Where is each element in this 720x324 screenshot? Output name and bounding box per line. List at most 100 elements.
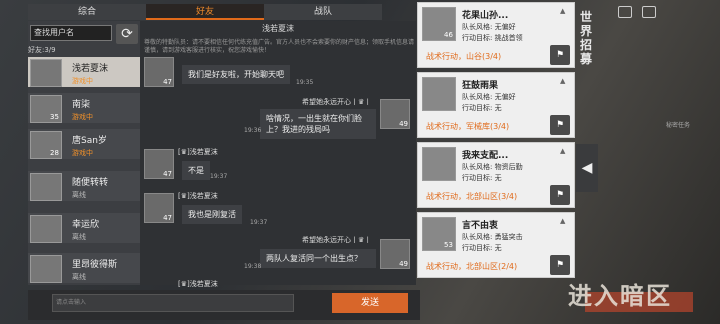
join-team-icon[interactable]: ⚑ [550,255,570,275]
recruit-card[interactable]: 狂鼓雨果 队长风格: 无偏好 行动目标: 无 战术行动，军械库(3/4) ▲ ⚑ [417,72,575,138]
tab-team[interactable]: 战队 [264,4,382,20]
side-task-label: 秘密任务 [665,122,690,129]
refresh-icon[interactable]: ⟳ [116,24,138,44]
recruit-goal: 行动目标: 无 [462,244,502,252]
chat-input[interactable]: 请点击输入 [52,294,294,312]
recruit-card[interactable]: 53 言不由衷 队长风格: 勇猛突击 行动目标: 无 战术行动，北部山区(2/4… [417,212,575,278]
tab-friends[interactable]: 好友 [146,4,264,20]
contacts-panel: 查找用户名 ⟳ 好友:3/9 浅若夏沫 游戏中 35 南柒 游戏中 28 唐Sa… [28,21,140,285]
collapse-icon: ▲ [560,77,566,85]
message-sender: 希望她永远开心丨♛丨 [302,98,372,106]
collapse-icon: ▲ [560,147,566,155]
message-time: 19:37 [210,173,228,180]
contact-item[interactable]: 幸运欣 离线 [28,213,140,243]
recruit-level: 53 [444,241,453,249]
chat-notice: 尊敬的特勤队员：请不要相信任何代练充值广告。官方人员也不会索要你的财产信息；领取… [144,39,415,54]
contact-status: 游戏中 [72,149,93,157]
search-input[interactable]: 查找用户名 [30,25,112,41]
triangle-left-icon[interactable]: ◀ [576,144,598,192]
message-time: 19:37 [250,219,268,226]
tab-general[interactable]: 综合 [28,4,146,20]
message-bubble: 啥情况，一出生就在你们脸上？我进的残局吗 [260,109,376,139]
message-time: 19:38 [244,263,262,270]
chat-tabs: 综合 好友 战队 [28,4,420,20]
contact-item[interactable]: 浅若夏沫 游戏中 [28,57,140,87]
contact-name: 幸运欣 [72,220,100,230]
contact-status: 离线 [72,273,86,281]
recruit-name: 言不由衷 [462,221,499,231]
recruit-panel: 46 花果山孙... 队长风格: 无偏好 行动目标: 挑战首领 战术行动，山谷(… [416,0,576,290]
top-icons [618,6,656,18]
avatar [30,255,62,283]
contact-status: 离线 [72,191,86,199]
avatar: 47 [144,193,174,223]
avatar [30,215,62,243]
recruit-card[interactable]: 46 花果山孙... 队长风格: 无偏好 行动目标: 挑战首领 战术行动，山谷(… [417,2,575,68]
avatar: 47 [144,57,174,87]
avatar: 49 [380,239,410,269]
recruit-goal: 行动目标: 无 [462,174,502,182]
world-recruit-label: 世界招募 [580,10,593,66]
join-team-icon[interactable]: ⚑ [550,185,570,205]
recruit-goal: 行动目标: 无 [462,104,502,112]
message-bubble: 我们是好友啦，开始聊天吧 [182,65,290,84]
recruit-name: 花果山孙... [462,11,509,21]
recruit-card[interactable]: 我来支配... 队长风格: 物资后勤 行动目标: 无 战术行动，北部山区(3/4… [417,142,575,208]
recruit-style: 队长风格: 无偏好 [462,93,516,101]
contact-status: 离线 [72,233,86,241]
gear-icon[interactable] [642,6,656,18]
avatar-level: 47 [163,78,172,86]
mail-icon[interactable] [618,6,632,18]
message-bubble: 我也是刚复活 [182,205,242,224]
avatar-level: 47 [163,214,172,222]
contact-level: 35 [50,113,59,121]
recruit-action: 战术行动，山谷(3/4) [426,52,502,61]
recruit-goal: 行动目标: 挑战首领 [462,34,523,42]
message-time: 19:35 [296,79,314,86]
contact-item[interactable]: 随便转转 离线 [28,171,140,201]
avatar [30,59,62,87]
avatar-level: 49 [399,120,408,128]
recruit-level: 46 [444,31,453,39]
recruit-style: 队长风格: 无偏好 [462,23,516,31]
chat-input-bar: 请点击输入 发送 [28,290,420,320]
recruit-style: 队长风格: 勇猛突击 [462,233,523,241]
collapse-icon: ▲ [560,7,566,15]
avatar [30,173,62,201]
contact-name: 南柒 [72,100,91,110]
contact-item[interactable]: 28 唐San岁 游戏中 [28,129,140,159]
contact-name: 里昂彼得斯 [72,260,118,270]
contact-item[interactable]: 35 南柒 游戏中 [28,93,140,123]
recruit-action: 战术行动，北部山区(3/4) [426,192,518,201]
avatar-level: 49 [399,260,408,268]
avatar: 49 [380,99,410,129]
collapse-icon: ▲ [560,217,566,225]
chat-title: 浅若夏沫 [262,24,294,33]
recruit-name: 狂鼓雨果 [462,81,499,91]
contact-status: 游戏中 [72,77,93,85]
contact-item[interactable]: 里昂彼得斯 离线 [28,253,140,283]
message-time: 19:36 [244,127,262,134]
chat-area: 浅若夏沫 尊敬的特勤队员：请不要相信任何代练充值广告。官方人员也不会索要你的财产… [140,21,416,288]
message-bubble: 不是 [182,161,210,180]
contact-level: 28 [50,149,59,157]
avatar: 47 [144,149,174,179]
recruit-action: 战术行动，北部山区(2/4) [426,262,518,271]
avatar-level: 47 [163,170,172,178]
friend-count: 好友:3/9 [28,46,56,54]
enter-dark-zone-text: 进入暗区 [568,282,672,310]
send-button[interactable]: 发送 [332,293,408,313]
contact-name: 浅若夏沫 [72,64,109,74]
avatar [422,147,456,181]
avatar [422,77,456,111]
recruit-style: 队长风格: 物资后勤 [462,163,523,171]
contact-name: 唐San岁 [72,136,107,146]
message-sender: [♛]浅若夏沫 [178,148,218,156]
message-sender: [♛]浅若夏沫 [178,192,218,200]
recruit-name: 我来支配... [462,151,509,161]
message-bubble: 两队人复活同一个出生点？ [260,249,376,268]
join-team-icon[interactable]: ⚑ [550,115,570,135]
message-sender: 希望她永远开心丨♛丨 [302,236,372,244]
join-team-icon[interactable]: ⚑ [550,45,570,65]
recruit-action: 战术行动，军械库(3/4) [426,122,510,131]
